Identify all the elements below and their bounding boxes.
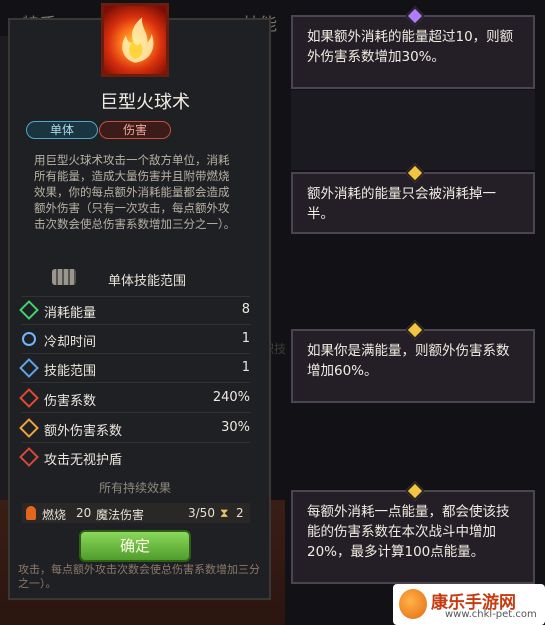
effect-duration: 3/50 xyxy=(188,506,215,520)
stat-value: 240% xyxy=(212,390,250,405)
extra-damage-icon xyxy=(19,418,39,438)
tooltip-card: 如果额外消耗的能量超过10，则额外伤害系数增加30%。 xyxy=(291,6,535,89)
stat-energy-cost: 消耗能量 8 xyxy=(19,300,250,322)
stat-label: 冷却时间 xyxy=(44,335,97,350)
stat-value: 1 xyxy=(241,331,250,346)
skill-description: 用巨型火球术攻击一个敌方单位，消耗所有能量，造成大量伤害并且附带燃烧效果，你的每… xyxy=(34,153,236,231)
damage-icon xyxy=(19,388,39,408)
divider xyxy=(22,296,250,297)
gold-gem-icon xyxy=(405,320,425,340)
skill-range-row: 单体技能范围 xyxy=(52,268,252,289)
tooltip-text: 如果你是满能量，则额外伤害系数增加60%。 xyxy=(307,343,510,379)
effect-name: 燃烧 xyxy=(42,508,67,522)
confirm-button[interactable]: 确定 xyxy=(79,530,191,562)
divider xyxy=(22,382,250,383)
energy-icon xyxy=(19,300,39,320)
divider xyxy=(22,324,250,325)
range-icon xyxy=(19,358,39,378)
tooltip-card: 额外消耗的能量只会被消耗掉一半。 xyxy=(291,163,535,234)
ignore-shield-icon xyxy=(19,447,39,467)
divider xyxy=(22,353,250,354)
stat-label: 技能范围 xyxy=(44,364,97,379)
gold-gem-icon xyxy=(405,481,425,501)
hex-grid-icon xyxy=(52,269,76,285)
background-text: 攻击，每点额外攻击次数会使总伤害系数增加三分之一）。 xyxy=(18,563,260,590)
stat-label: 伤害系数 xyxy=(44,394,97,409)
stat-ignore-shield: 攻击无视护盾 xyxy=(19,447,250,469)
tag-single-target: 单体 xyxy=(26,121,98,139)
tooltip-text: 如果额外消耗的能量超过10，则额外伤害系数增加30%。 xyxy=(307,29,514,65)
stat-label: 消耗能量 xyxy=(44,306,97,321)
effect-type: 魔法伤害 xyxy=(96,508,145,522)
stat-range: 技能范围 1 xyxy=(19,358,250,380)
effect-stacks: 2 xyxy=(236,506,244,520)
tooltip-card: 如果你是满能量，则额外伤害系数增加60%。 xyxy=(291,320,535,403)
logo-icon xyxy=(399,589,427,619)
stat-value: 1 xyxy=(241,360,250,375)
purple-gem-icon xyxy=(405,6,425,26)
range-label: 单体技能范围 xyxy=(108,274,187,289)
persistent-effects-title: 所有持续效果 xyxy=(98,481,171,495)
fireball-icon xyxy=(101,3,169,77)
hourglass-icon: ⧗ xyxy=(220,506,229,520)
tooltip-text: 每额外消耗一点能量，都会使该技能的伤害系数在本次战斗中增加20%，最多计算100… xyxy=(307,504,510,560)
divider xyxy=(22,442,250,443)
tag-damage: 伤害 xyxy=(99,121,171,139)
logo-url: www.chkl-pet.com xyxy=(445,609,537,620)
effect-amount: 20 xyxy=(76,506,92,520)
stat-label: 攻击无视护盾 xyxy=(44,453,123,468)
stat-label: 额外伤害系数 xyxy=(44,424,123,439)
stat-cooldown: 冷却时间 1 xyxy=(19,329,250,351)
background-card xyxy=(291,90,535,170)
watermark-logo: 康乐手游网 www.chkl-pet.com xyxy=(393,584,545,625)
cooldown-icon xyxy=(19,329,39,349)
effect-row-burn: 燃烧 20 魔法伤害 3/50 ⧗ 2 xyxy=(22,503,250,523)
tooltip-text: 额外消耗的能量只会被消耗掉一半。 xyxy=(307,186,496,222)
divider xyxy=(22,412,250,413)
stat-value: 8 xyxy=(241,302,250,317)
stat-damage-coefficient: 伤害系数 240% xyxy=(19,388,250,410)
stat-extra-damage-coefficient: 额外伤害系数 30% xyxy=(19,418,250,440)
stat-value: 30% xyxy=(221,420,250,435)
fire-icon xyxy=(26,506,36,520)
skill-title: 巨型火球术 xyxy=(100,92,190,113)
tooltip-card: 每额外消耗一点能量，都会使该技能的伤害系数在本次战斗中增加20%，最多计算100… xyxy=(291,481,535,584)
